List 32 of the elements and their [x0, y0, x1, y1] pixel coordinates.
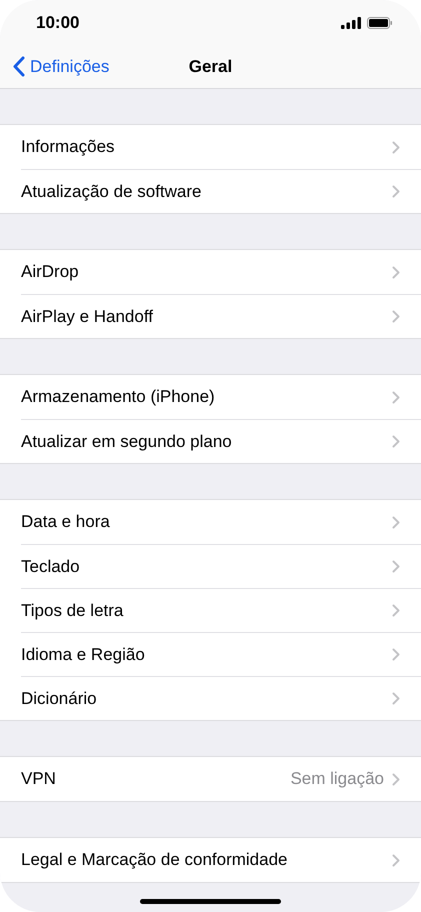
settings-row[interactable]: AirPlay e Handoff: [21, 294, 421, 338]
chevron-icon: [392, 390, 400, 404]
settings-row[interactable]: Data e hora: [21, 500, 421, 544]
chevron-icon: [392, 560, 400, 573]
settings-row[interactable]: Armazenamento (iPhone): [21, 375, 421, 419]
chevron-icon: [392, 310, 400, 323]
chevron-icon: [392, 772, 400, 786]
settings-row[interactable]: Informações: [21, 125, 421, 169]
chevron-icon: [392, 692, 400, 705]
home-indicator[interactable]: [140, 899, 281, 904]
screen-title: Geral: [188, 56, 232, 78]
chevron-icon: [392, 140, 400, 154]
row-value: Sem ligação: [290, 768, 384, 790]
chevron-icon: [392, 604, 400, 617]
chevron-icon: [392, 266, 400, 278]
settings-row[interactable]: Atualizar em segundo plano: [21, 419, 421, 463]
status-time: 10:00: [36, 12, 80, 34]
settings-row[interactable]: Atualização de software: [21, 169, 421, 213]
back-chevron-icon: [13, 56, 25, 77]
chevron-icon: [392, 435, 400, 448]
back-button[interactable]: Definições: [0, 54, 110, 80]
settings-row[interactable]: Tipos de letra: [21, 588, 421, 632]
battery-icon: [367, 16, 393, 28]
settings-row[interactable]: Idioma e Região: [21, 632, 421, 676]
chevron-icon: [392, 648, 400, 661]
chevron-icon: [392, 185, 400, 198]
signal-icon: [341, 16, 361, 28]
settings-row[interactable]: Teclado: [21, 544, 421, 588]
settings-row[interactable]: Dicionário: [21, 676, 421, 720]
chevron-icon: [392, 516, 400, 528]
chevron-icon: [392, 854, 400, 866]
settings-row[interactable]: AirDrop: [21, 250, 421, 294]
